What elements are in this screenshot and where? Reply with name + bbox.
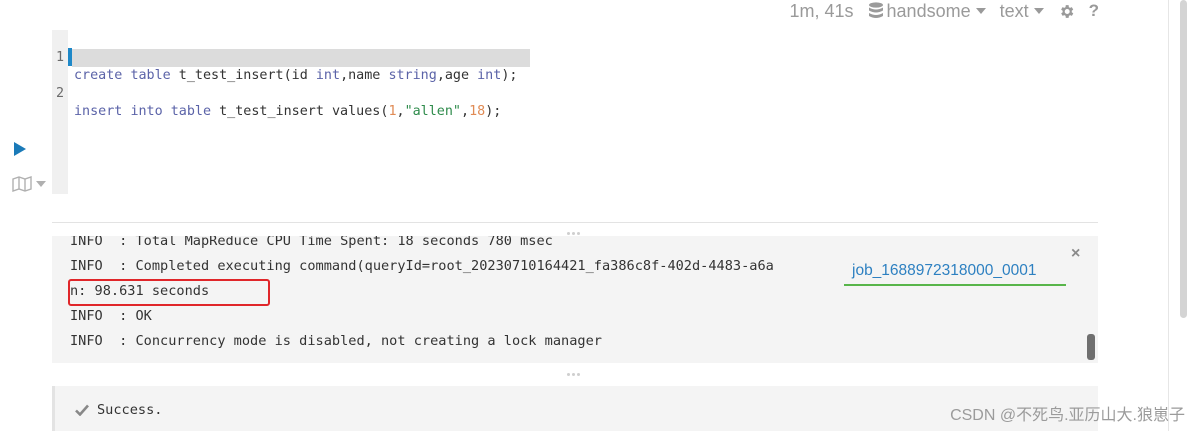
success-text: Success. bbox=[97, 402, 163, 418]
code-text: insert into table t_test_insert values(1… bbox=[74, 104, 502, 119]
active-line-marker bbox=[68, 48, 72, 66]
log-line: INFO : Total MapReduce CPU Time Spent: 1… bbox=[70, 236, 553, 249]
page-scrollbar-thumb[interactable] bbox=[1180, 0, 1187, 318]
job-progress-bar bbox=[844, 284, 1066, 286]
code-editor[interactable]: 1 create table t_test_insert(id int,name… bbox=[52, 30, 1098, 194]
log-line: INFO : Completed executing command(query… bbox=[70, 258, 774, 274]
code-line[interactable]: 1 create table t_test_insert(id int,name… bbox=[52, 31, 517, 83]
gear-icon[interactable] bbox=[1058, 3, 1075, 20]
resize-handle[interactable] bbox=[567, 373, 581, 377]
divider bbox=[52, 222, 1098, 223]
database-selector[interactable]: handsome bbox=[868, 1, 986, 22]
line-number: 2 bbox=[56, 86, 65, 101]
code-text: create table t_test_insert(id int,name s… bbox=[74, 68, 518, 83]
format-name: text bbox=[999, 0, 1029, 21]
code-line-active[interactable]: 2 insert into table t_test_insert values… bbox=[52, 49, 532, 119]
success-message: Success. bbox=[75, 402, 162, 418]
log-line: INFO : OK bbox=[70, 308, 152, 324]
job-link[interactable]: job_1688972318000_0001 bbox=[852, 262, 1036, 280]
log-scrollbar-thumb[interactable] bbox=[1087, 334, 1095, 360]
help-button[interactable]: ? bbox=[1089, 1, 1099, 21]
map-icon[interactable] bbox=[12, 176, 46, 192]
chevron-down-icon bbox=[36, 181, 46, 187]
watermark: CSDN @不死鸟.亚历山大.狼崽子 bbox=[950, 407, 1185, 424]
close-icon[interactable]: × bbox=[1071, 245, 1080, 263]
format-selector[interactable]: text bbox=[1000, 1, 1044, 22]
result-panel: Success. bbox=[52, 386, 1098, 431]
chevron-down-icon bbox=[1033, 8, 1044, 14]
execution-duration: 1m, 41s bbox=[789, 0, 854, 21]
highlight-annotation bbox=[68, 279, 270, 306]
editor-toolbar: 1m, 41s handsome text ? bbox=[790, 0, 1100, 22]
log-line: INFO : Concurrency mode is disabled, not… bbox=[70, 333, 602, 349]
database-name: handsome bbox=[886, 0, 971, 21]
chevron-down-icon bbox=[975, 8, 986, 14]
database-icon bbox=[868, 2, 884, 20]
page-scrollbar[interactable] bbox=[1168, 0, 1199, 431]
play-icon[interactable] bbox=[14, 142, 26, 156]
check-icon bbox=[75, 404, 89, 416]
